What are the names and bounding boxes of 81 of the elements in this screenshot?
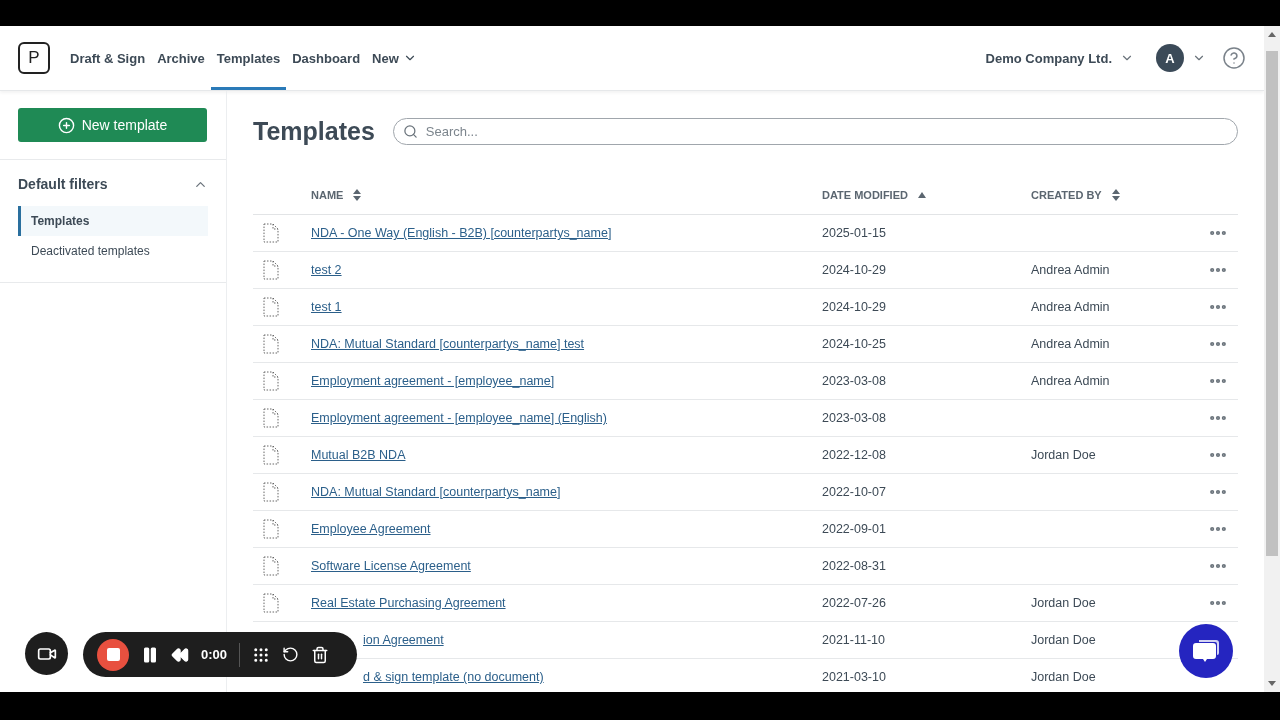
template-link[interactable]: NDA - One Way (English - B2B) [counterpartys_name] xyxy=(311,226,612,240)
delete-button[interactable] xyxy=(311,645,330,664)
document-icon xyxy=(263,297,279,317)
date-cell: 2025-01-15 xyxy=(822,226,886,240)
template-link[interactable]: Employment agreement - [employee_name] xyxy=(311,374,555,388)
date-cell: 2022-07-26 xyxy=(822,596,886,610)
camera-button[interactable] xyxy=(25,632,68,675)
sort-icon[interactable] xyxy=(353,189,362,201)
plus-circle-icon xyxy=(57,116,75,134)
filter-item[interactable]: Templates xyxy=(18,206,208,236)
nav-tab[interactable]: Dashboard xyxy=(286,26,367,90)
search-field[interactable]: Search... xyxy=(392,118,1238,145)
filter-item[interactable]: Deactivated templates xyxy=(18,236,208,266)
creator-cell: Jordan Doe xyxy=(1031,448,1096,462)
document-icon xyxy=(263,519,279,539)
template-link[interactable]: test 1 xyxy=(311,300,342,314)
scroll-down-icon[interactable] xyxy=(1268,681,1276,686)
restart-button[interactable] xyxy=(282,646,300,663)
document-icon xyxy=(263,482,279,502)
document-icon xyxy=(263,556,279,576)
search-icon xyxy=(402,124,418,139)
stop-button[interactable] xyxy=(97,638,129,671)
grid-button[interactable] xyxy=(252,645,271,664)
template-link[interactable]: Software License Agreement xyxy=(311,559,471,573)
document-icon xyxy=(263,445,279,465)
template-link[interactable]: Employee Agreement xyxy=(311,522,431,536)
date-cell: 2024-10-25 xyxy=(822,337,886,351)
date-cell: 2022-08-31 xyxy=(822,559,886,573)
document-icon xyxy=(263,408,279,428)
creator-cell: Jordan Doe xyxy=(1031,633,1096,647)
column-header[interactable]: NAME xyxy=(311,189,344,201)
nav-tab[interactable]: Archive xyxy=(151,26,211,90)
template-link[interactable]: Real Estate Purchasing Agreement xyxy=(311,596,506,610)
document-icon xyxy=(263,593,279,613)
template-link[interactable]: NDA: Mutual Standard [counterpartys_name] test xyxy=(311,337,585,351)
template-link[interactable]: d & sign template (no document) xyxy=(363,670,544,684)
template-link[interactable]: test 2 xyxy=(311,263,342,277)
pause-button[interactable] xyxy=(141,645,159,664)
date-cell: 2022-12-08 xyxy=(822,448,886,462)
document-icon xyxy=(263,223,279,243)
template-link[interactable]: Mutual B2B NDA xyxy=(311,448,406,462)
date-cell: 2023-03-08 xyxy=(822,374,886,388)
column-header[interactable]: DATE MODIFIED xyxy=(822,189,908,201)
chat-button[interactable] xyxy=(1179,624,1233,678)
help-icon[interactable] xyxy=(1222,46,1246,70)
creator-cell: Andrea Admin xyxy=(1031,337,1110,351)
column-header[interactable]: CREATED BY xyxy=(1031,189,1102,201)
sort-ascending-icon[interactable] xyxy=(917,192,926,198)
template-link[interactable]: ion Agreement xyxy=(363,633,444,647)
creator-cell: Andrea Admin xyxy=(1031,263,1110,277)
nav-tab[interactable]: New xyxy=(366,26,423,90)
creator-cell: Jordan Doe xyxy=(1031,596,1096,610)
date-cell: 2022-10-07 xyxy=(822,485,886,499)
scrollbar-thumb[interactable] xyxy=(1266,51,1278,556)
creator-cell: Andrea Admin xyxy=(1031,300,1110,314)
document-icon xyxy=(263,260,279,280)
date-cell: 2021-03-10 xyxy=(822,670,886,684)
new-template-button[interactable]: New template xyxy=(18,108,207,142)
creator-cell: Andrea Admin xyxy=(1031,374,1110,388)
creator-cell: Jordan Doe xyxy=(1031,670,1096,684)
template-link[interactable]: Employment agreement - [employee_name] (English) xyxy=(311,411,607,425)
date-cell: 2022-09-01 xyxy=(822,522,886,536)
nav-tab[interactable]: Draft & Sign xyxy=(64,26,152,90)
document-icon xyxy=(263,334,279,354)
document-icon xyxy=(263,371,279,391)
date-cell: 2023-03-08 xyxy=(822,411,886,425)
rewind-button[interactable] xyxy=(171,645,189,664)
company-selector[interactable]: Demo Company Ltd. xyxy=(985,50,1112,66)
date-cell: 2021-11-10 xyxy=(822,633,885,647)
chat-icon xyxy=(1192,638,1220,664)
date-cell: 2024-10-29 xyxy=(822,263,886,277)
recording-time: 0:00 xyxy=(201,647,228,662)
logo[interactable]: P xyxy=(18,42,50,74)
date-cell: 2024-10-29 xyxy=(822,300,886,314)
sort-icon[interactable] xyxy=(1111,189,1120,201)
filters-title: Default filters xyxy=(18,176,108,192)
nav-tab[interactable]: Templates xyxy=(210,26,287,90)
user-avatar[interactable]: A xyxy=(1156,44,1184,72)
page-title: Templates xyxy=(253,117,375,146)
template-link[interactable]: NDA: Mutual Standard [counterpartys_name] xyxy=(311,485,561,499)
scroll-up-icon[interactable] xyxy=(1268,32,1276,37)
